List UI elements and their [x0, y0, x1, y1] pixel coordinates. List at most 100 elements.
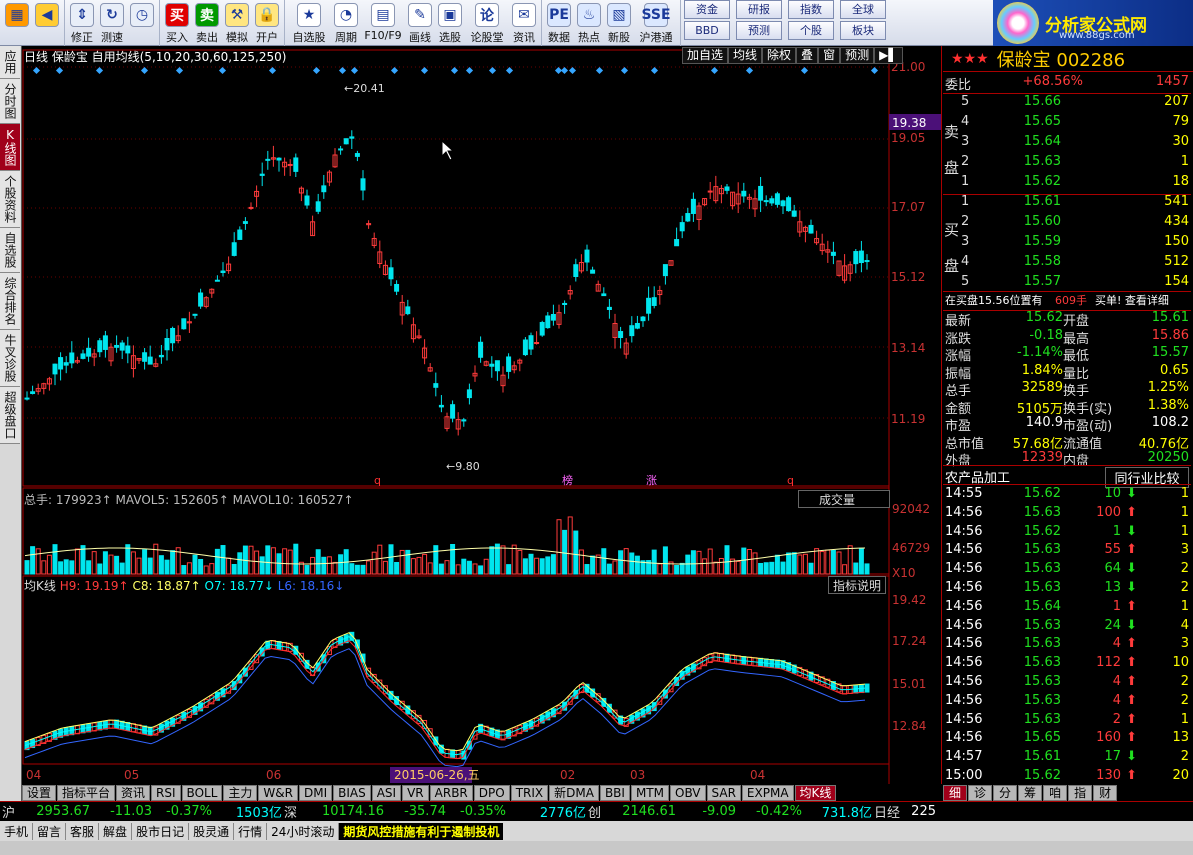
- event-diamond-icon[interactable]: [175, 66, 184, 75]
- event-diamond-icon[interactable]: [140, 66, 149, 75]
- event-diamond-icon[interactable]: [465, 66, 474, 75]
- indicator-tab-均K线[interactable]: 均K线: [794, 784, 837, 801]
- toolbar-button-选股[interactable]: ▣ 选股: [435, 0, 465, 46]
- indicator-tab-DPO[interactable]: DPO: [473, 784, 510, 801]
- toolbar-button-卖出[interactable]: 卖卖出: [192, 0, 222, 46]
- scrolling-news[interactable]: 期货风控措施有利于遏制投机: [339, 822, 504, 840]
- side-tab-综合排名[interactable]: 综合排名: [0, 273, 20, 330]
- toolbar-button-grid-icon[interactable]: ▦: [2, 0, 32, 46]
- indicator-tab-ARBR[interactable]: ARBR: [429, 784, 473, 801]
- indicator-tab-资讯[interactable]: 资讯: [116, 784, 151, 801]
- indicator-tab-OBV[interactable]: OBV: [670, 784, 706, 801]
- indicator-tab-VR[interactable]: VR: [402, 784, 429, 801]
- toolbar-button-资讯[interactable]: ✉ 资讯: [509, 0, 539, 46]
- toolbar-button-热点[interactable]: ♨ 热点: [574, 0, 604, 46]
- event-diamond-icon[interactable]: [312, 66, 321, 75]
- horizontal-scrollbar[interactable]: [0, 841, 1193, 855]
- event-diamond-icon[interactable]: [488, 66, 497, 75]
- status-link-股灵通[interactable]: 股灵通: [189, 822, 235, 840]
- chart-marker[interactable]: q: [374, 474, 381, 487]
- toolbar-button-clock-icon[interactable]: ◷: [127, 0, 157, 46]
- toolbar-button-修正[interactable]: ⇕ 修正: [67, 0, 97, 46]
- chart-menu-3[interactable]: 叠: [796, 47, 819, 64]
- toolbar-pair-button-指数[interactable]: 指数: [788, 0, 834, 19]
- indicator-tab-BOLL[interactable]: BOLL: [181, 784, 223, 801]
- quote-tab-分[interactable]: 分: [993, 784, 1018, 801]
- quote-tab-诊[interactable]: 诊: [968, 784, 993, 801]
- indicator-tab-ASI[interactable]: ASI: [371, 784, 402, 801]
- status-link-手机[interactable]: 手机: [0, 822, 34, 840]
- indicator-tab-新DMA[interactable]: 新DMA: [549, 784, 599, 801]
- status-link-股市日记[interactable]: 股市日记: [132, 822, 190, 840]
- toolbar-button-周期[interactable]: ◔ 周期: [331, 0, 361, 46]
- indicator-explain-button[interactable]: 指标说明: [828, 576, 887, 594]
- event-diamond-icon[interactable]: [560, 66, 569, 75]
- indicator-tab-设置[interactable]: 设置: [22, 784, 57, 801]
- event-diamond-icon[interactable]: [95, 66, 104, 75]
- indicator-tab-主力[interactable]: 主力: [223, 784, 258, 801]
- volume-indicator-select[interactable]: 成交量: [798, 490, 890, 508]
- chart-menu-2[interactable]: 除权: [762, 47, 797, 64]
- kline-chart-area[interactable]: 21.00 19.05 17.07 15.12 13.14 11.19 19.38 92042…: [22, 46, 942, 784]
- chart-marker[interactable]: q: [787, 474, 794, 487]
- status-link-解盘[interactable]: 解盘: [99, 822, 133, 840]
- side-tab-分时图[interactable]: 分时图: [0, 79, 20, 124]
- chart-marker[interactable]: 涨: [646, 474, 657, 487]
- toolbar-button-back-arrow-icon[interactable]: ◀: [32, 0, 62, 46]
- toolbar-button-开户[interactable]: 🔒 开户: [252, 0, 282, 46]
- event-diamond-icon[interactable]: [595, 66, 604, 75]
- toolbar-pair-button-资金[interactable]: 资金: [684, 0, 730, 19]
- event-diamond-icon[interactable]: [568, 66, 577, 75]
- side-tab-个股资料[interactable]: 个股资料: [0, 171, 20, 228]
- event-diamond-icon[interactable]: [268, 66, 277, 75]
- event-diamond-icon[interactable]: [218, 66, 227, 75]
- indicator-tab-DMI[interactable]: DMI: [298, 784, 333, 801]
- event-diamond-icon[interactable]: [505, 66, 514, 75]
- side-tab-自选股[interactable]: 自选股: [0, 228, 20, 273]
- quote-tab-财[interactable]: 财: [1093, 784, 1118, 801]
- chart-svg[interactable]: 21.0019.0517.0715.1213.1411.1919.3892042…: [22, 46, 942, 784]
- indicator-tab-RSI[interactable]: RSI: [151, 784, 181, 801]
- chart-marker[interactable]: 榜: [562, 473, 573, 487]
- indicator-tab-指标平台[interactable]: 指标平台: [57, 784, 116, 801]
- toolbar-button-画线[interactable]: ✎ 画线: [405, 0, 435, 46]
- side-tab-超级盘口[interactable]: 超级盘口: [0, 387, 20, 444]
- toolbar-button-测速[interactable]: ↻ 测速: [97, 0, 127, 46]
- indicator-tab-MTM[interactable]: MTM: [630, 784, 669, 801]
- chart-menu-4[interactable]: 窗: [818, 47, 841, 64]
- toolbar-button-自选股[interactable]: ★ 自选股: [287, 0, 331, 46]
- indicator-tab-TRIX[interactable]: TRIX: [510, 784, 549, 801]
- event-diamond-icon[interactable]: [390, 66, 399, 75]
- event-diamond-icon[interactable]: [450, 66, 459, 75]
- event-diamond-icon[interactable]: [800, 66, 809, 75]
- toolbar-button-买入[interactable]: 买买入: [162, 0, 192, 46]
- toolbar-pair-button-BBD[interactable]: BBD: [684, 21, 730, 40]
- indicator-tab-SAR[interactable]: SAR: [706, 784, 741, 801]
- toolbar-pair-button-全球[interactable]: 全球: [840, 0, 886, 19]
- event-diamond-icon[interactable]: [420, 66, 429, 75]
- quote-tab-指[interactable]: 指: [1068, 784, 1093, 801]
- event-diamond-icon[interactable]: [55, 66, 64, 75]
- toolbar-button-模拟[interactable]: ⚒ 模拟: [222, 0, 252, 46]
- toolbar-pair-button-研报[interactable]: 研报: [736, 0, 782, 19]
- chart-menu-0[interactable]: 加自选: [682, 47, 729, 64]
- toolbar-pair-button-板块[interactable]: 板块: [840, 21, 886, 40]
- status-link-行情[interactable]: 行情: [234, 822, 268, 840]
- indicator-tab-W&R[interactable]: W&R: [258, 784, 298, 801]
- toolbar-button-论股堂[interactable]: 论论股堂: [465, 0, 509, 46]
- event-diamond-icon[interactable]: [32, 66, 41, 75]
- toolbar-button-数据[interactable]: PE 数据: [544, 0, 574, 46]
- event-diamond-icon[interactable]: [870, 66, 879, 75]
- toolbar-pair-button-预测[interactable]: 预测: [736, 21, 782, 40]
- toolbar-button-沪港通[interactable]: SSE 沪港通: [634, 0, 678, 46]
- chart-menu-1[interactable]: 均线: [728, 47, 763, 64]
- side-tab-K线图[interactable]: K线图: [0, 124, 20, 171]
- quote-tab-咱[interactable]: 咱: [1043, 784, 1068, 801]
- chart-menu-5[interactable]: 预测: [840, 47, 875, 64]
- chart-menu-6[interactable]: ▶▌: [874, 47, 903, 64]
- indicator-tab-BBI[interactable]: BBI: [599, 784, 630, 801]
- quote-tab-细[interactable]: 细: [943, 784, 968, 801]
- status-link-客服[interactable]: 客服: [66, 822, 100, 840]
- status-link-24小时滚动[interactable]: 24小时滚动: [267, 822, 340, 840]
- toolbar-button-F10/F9[interactable]: ▤ F10/F9: [361, 0, 405, 46]
